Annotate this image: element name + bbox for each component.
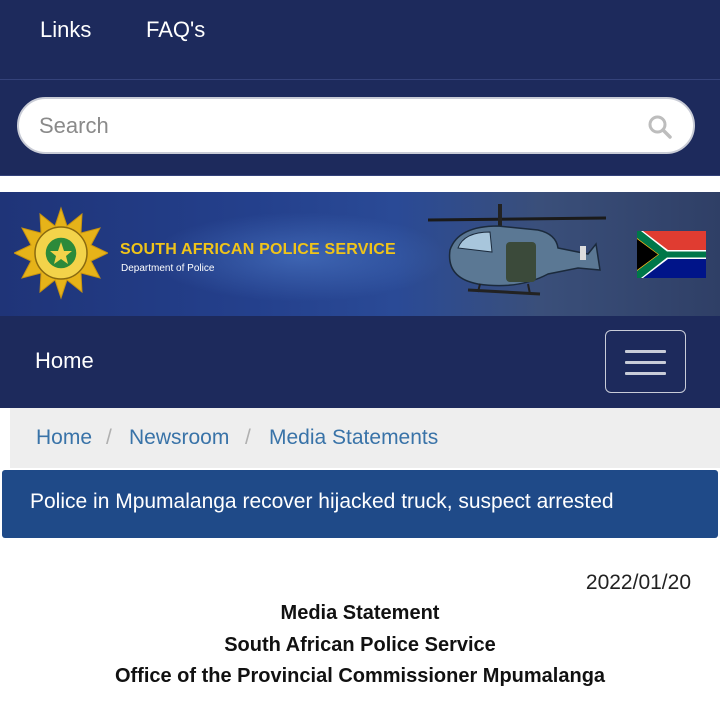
hamburger-icon-bar-bottom xyxy=(625,372,666,375)
breadcrumb-separator: / xyxy=(245,426,251,449)
breadcrumb-media-statements[interactable]: Media Statements xyxy=(269,426,438,450)
brand-title: SOUTH AFRICAN POLICE SERVICE xyxy=(120,241,396,258)
main-navbar: Home xyxy=(0,316,720,408)
statement-heading-line-3: Office of the Provincial Commissioner Mp… xyxy=(114,665,606,687)
faq-link[interactable]: FAQ's xyxy=(146,17,205,43)
statement-heading-line-2: South African Police Service xyxy=(224,634,496,656)
hamburger-icon-bar-middle xyxy=(625,361,666,364)
breadcrumb-home[interactable]: Home xyxy=(36,426,92,450)
search-input[interactable] xyxy=(39,107,639,145)
search-box xyxy=(17,97,695,154)
article-title-bar: Police in Mpumalanga recover hijacked tr… xyxy=(2,470,718,538)
hamburger-icon-bar-top xyxy=(625,350,666,353)
search-bar-area xyxy=(0,80,720,176)
statement-heading-line-1: Media Statement xyxy=(280,602,440,624)
helicopter-image xyxy=(428,204,606,296)
saps-star-badge-icon[interactable] xyxy=(14,206,108,300)
south-african-flag-icon xyxy=(637,231,706,278)
menu-toggle-button[interactable] xyxy=(605,330,686,393)
header-banner: SOUTH AFRICAN POLICE SERVICE Department … xyxy=(0,192,720,316)
article-title: Police in Mpumalanga recover hijacked tr… xyxy=(30,490,614,513)
breadcrumb-newsroom[interactable]: Newsroom xyxy=(129,426,229,450)
search-icon[interactable] xyxy=(647,114,673,140)
breadcrumb-separator: / xyxy=(106,426,112,449)
brand-subtitle: Department of Police xyxy=(121,263,215,274)
article-date: 2022/01/20 xyxy=(585,571,691,594)
nav-home-link[interactable]: Home xyxy=(35,348,94,374)
breadcrumb: Home / Newsroom / Media Statements xyxy=(10,408,720,468)
top-links-bar: Links FAQ's xyxy=(0,0,720,80)
links-link[interactable]: Links xyxy=(40,17,91,43)
